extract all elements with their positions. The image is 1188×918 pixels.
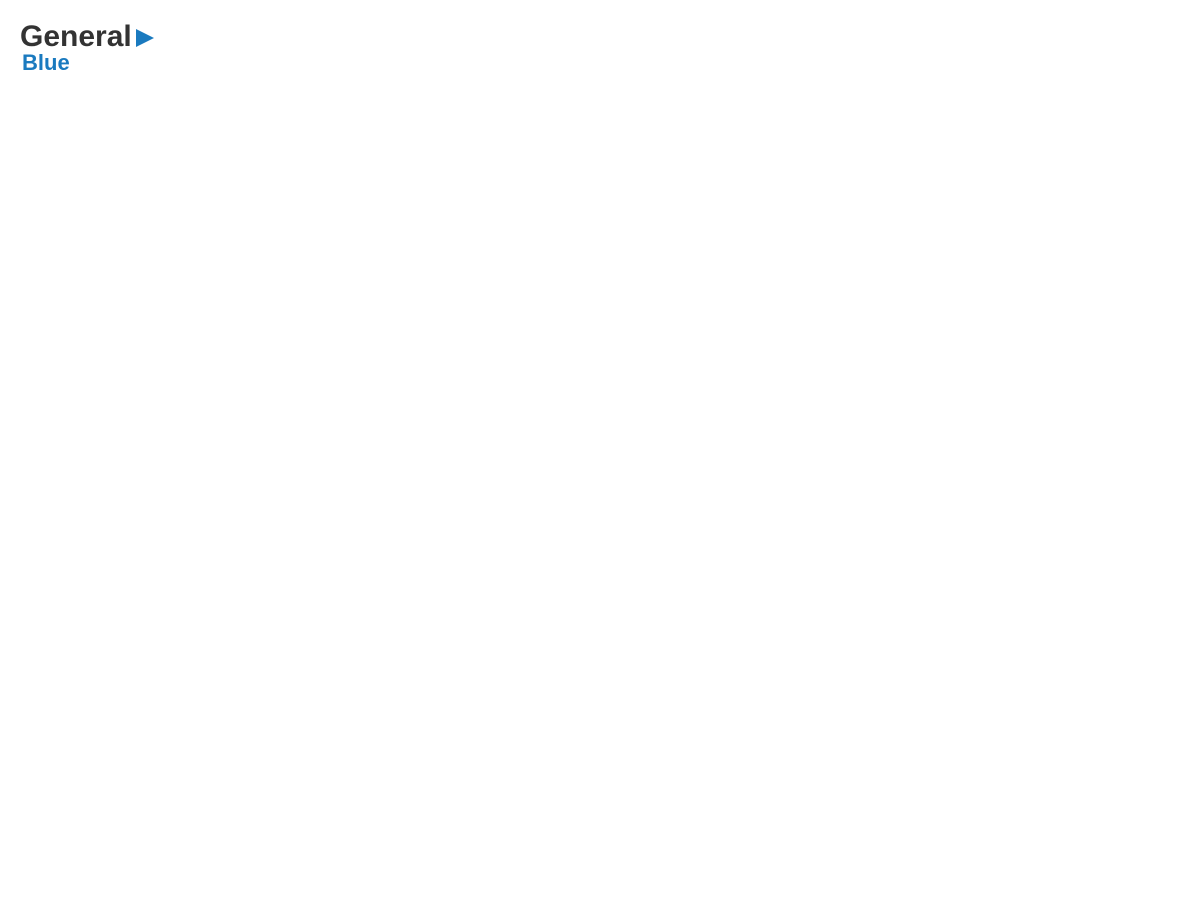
logo-general: General: [20, 20, 132, 54]
logo-arrow-icon: [134, 27, 156, 49]
page-header: General Blue: [20, 20, 1168, 76]
logo-blue-text: Blue: [22, 50, 70, 76]
logo: General Blue: [20, 20, 156, 76]
